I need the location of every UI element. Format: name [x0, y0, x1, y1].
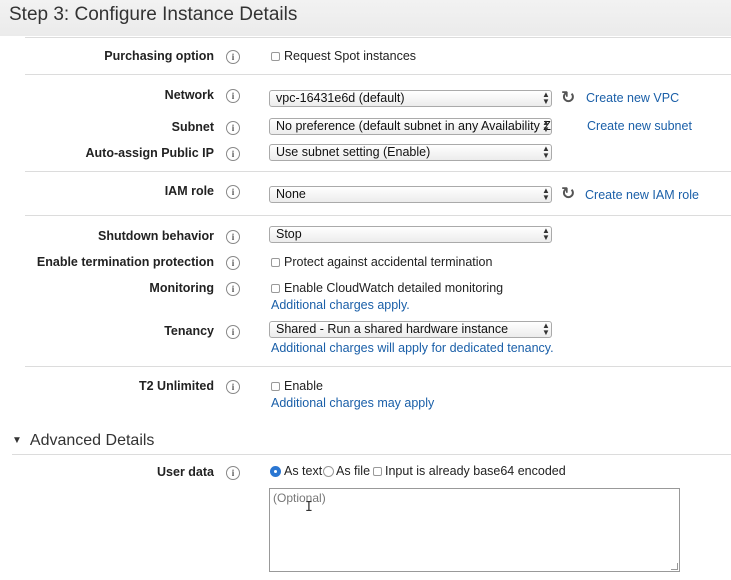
as-file-label: As file: [336, 464, 371, 478]
select-arrows-icon: ▲ ▼: [542, 144, 550, 160]
tenancy-charges-link[interactable]: Additional charges will apply for dedica…: [271, 341, 554, 355]
subnet-select[interactable]: No preference (default subnet in any Ava…: [269, 118, 552, 135]
info-icon[interactable]: i: [226, 147, 240, 161]
select-arrows-icon: ▲ ▼: [542, 321, 550, 337]
network-select[interactable]: vpc-16431e6d (default) ▲ ▼: [269, 90, 552, 107]
network-label: Network: [164, 88, 214, 102]
termination-protection-label: Enable termination protection: [36, 255, 214, 269]
t2-charges-link[interactable]: Additional charges may apply: [271, 396, 434, 410]
advanced-details-toggle[interactable]: ▼ Advanced Details: [12, 432, 154, 450]
monitoring-option: Enable CloudWatch detailed monitoring: [284, 281, 504, 295]
info-icon[interactable]: i: [226, 466, 240, 480]
info-icon[interactable]: i: [226, 230, 240, 244]
divider: [25, 215, 731, 216]
select-arrows-icon: ▲ ▼: [542, 186, 550, 202]
info-icon[interactable]: i: [226, 185, 240, 199]
create-iam-role-link[interactable]: Create new IAM role: [585, 188, 699, 202]
as-text-radio[interactable]: [270, 466, 281, 477]
termination-protection-option: Protect against accidental termination: [284, 255, 493, 269]
subnet-label: Subnet: [171, 120, 214, 134]
user-data-placeholder: (Optional): [273, 491, 326, 505]
public-ip-select[interactable]: Use subnet setting (Enable) ▲ ▼: [269, 144, 552, 161]
divider: [25, 366, 731, 367]
monitoring-charges-link[interactable]: Additional charges apply.: [271, 298, 410, 312]
base64-checkbox[interactable]: [373, 467, 382, 476]
spot-instances-label: Request Spot instances: [284, 49, 417, 63]
refresh-icon[interactable]: ↻: [561, 89, 575, 106]
monitoring-label: Monitoring: [149, 281, 214, 295]
iam-role-label: IAM role: [164, 184, 214, 198]
select-arrows-icon: ▲ ▼: [542, 118, 550, 134]
public-ip-select-value: Use subnet setting (Enable): [276, 145, 431, 159]
iam-role-select[interactable]: None ▲ ▼: [269, 186, 552, 203]
tenancy-select-value: Shared - Run a shared hardware instance: [276, 322, 509, 336]
triangle-down-icon: ▼: [12, 435, 22, 446]
select-arrows-icon: ▲ ▼: [542, 90, 550, 106]
base64-label: Input is already base64 encoded: [385, 464, 566, 478]
create-subnet-link[interactable]: Create new subnet: [587, 119, 692, 133]
create-vpc-link[interactable]: Create new VPC: [586, 91, 679, 105]
shutdown-behavior-select[interactable]: Stop ▲ ▼: [269, 226, 552, 243]
user-data-label: User data: [157, 465, 214, 479]
info-icon[interactable]: i: [226, 121, 240, 135]
t2-unlimited-checkbox[interactable]: [271, 382, 280, 391]
text-cursor-icon: I: [305, 500, 313, 515]
header-bar: Step 3: Configure Instance Details: [0, 0, 731, 36]
termination-protection-checkbox[interactable]: [271, 258, 280, 267]
as-file-radio[interactable]: [323, 466, 334, 477]
public-ip-label: Auto-assign Public IP: [85, 146, 215, 160]
resize-handle[interactable]: [671, 563, 678, 570]
divider: [12, 454, 731, 455]
page-title: Step 3: Configure Instance Details: [9, 4, 298, 25]
tenancy-label: Tenancy: [164, 324, 214, 338]
info-icon[interactable]: i: [226, 282, 240, 296]
subnet-select-value: No preference (default subnet in any Ava…: [276, 119, 552, 133]
iam-role-select-value: None: [276, 187, 306, 201]
divider: [25, 171, 731, 172]
info-icon[interactable]: i: [226, 325, 240, 339]
info-icon[interactable]: i: [226, 380, 240, 394]
info-icon[interactable]: i: [226, 256, 240, 270]
user-data-textarea[interactable]: (Optional): [269, 488, 680, 572]
spot-instances-checkbox[interactable]: [271, 52, 280, 61]
network-select-value: vpc-16431e6d (default): [276, 91, 405, 105]
refresh-icon[interactable]: ↻: [561, 185, 575, 202]
divider: [25, 74, 731, 75]
monitoring-checkbox[interactable]: [271, 284, 280, 293]
select-arrows-icon: ▲ ▼: [542, 226, 550, 242]
as-text-label: As text: [284, 464, 323, 478]
info-icon[interactable]: i: [226, 50, 240, 64]
shutdown-behavior-value: Stop: [276, 227, 302, 241]
tenancy-select[interactable]: Shared - Run a shared hardware instance …: [269, 321, 552, 338]
advanced-details-title: Advanced Details: [29, 432, 155, 449]
divider: [25, 37, 731, 38]
shutdown-behavior-label: Shutdown behavior: [98, 229, 214, 243]
t2-unlimited-label: T2 Unlimited: [138, 379, 214, 393]
t2-unlimited-option: Enable: [284, 379, 323, 393]
info-icon[interactable]: i: [226, 89, 240, 103]
purchasing-option-label: Purchasing option: [104, 49, 214, 63]
